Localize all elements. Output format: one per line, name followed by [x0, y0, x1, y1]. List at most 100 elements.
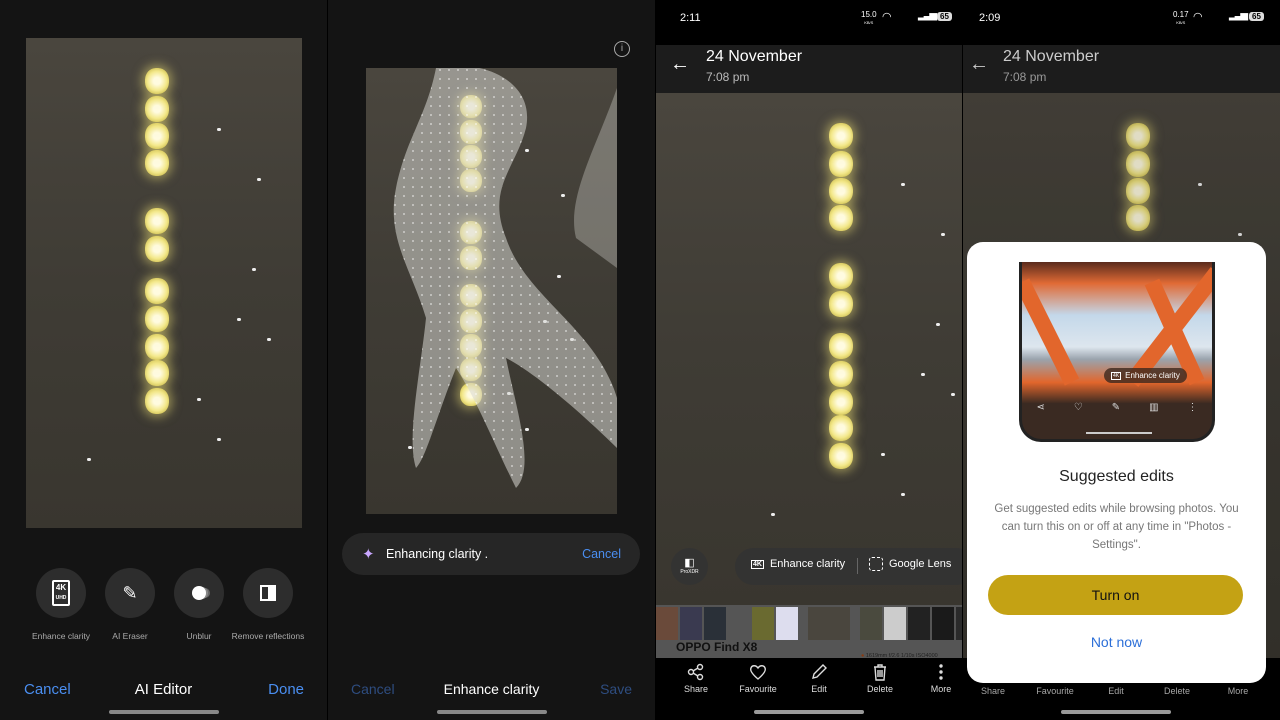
light-speck — [197, 398, 201, 401]
device-name: OPPO Find X8 — [676, 640, 758, 654]
edit-icon — [812, 664, 827, 679]
delete-icon — [874, 664, 886, 681]
wifi-icon: ◠ — [882, 11, 892, 23]
proxdr-button[interactable]: ◧ ProXDR — [671, 548, 708, 585]
ai-eraser-button[interactable]: ✎ — [105, 568, 155, 618]
suggested-edits-dialog: 4K Enhance clarity ⋖ ♡ ✎ ▥ ⋮ Suggested edits … — [967, 242, 1266, 683]
share-icon — [687, 663, 704, 681]
feature-preview-image: 4K Enhance clarity ⋖ ♡ ✎ ▥ ⋮ — [1019, 262, 1215, 442]
light-blob — [145, 388, 169, 414]
dialog-title: Suggested edits — [1059, 468, 1174, 485]
back-arrow-icon[interactable]: ← — [969, 53, 989, 76]
proxdr-icon: ◧ — [684, 557, 695, 569]
photo-viewer-screen: 2:11 15.0 KB/S ◠ ▂▃▅ 65 ← 24 November 7:0… — [656, 0, 962, 720]
home-indicator[interactable] — [109, 710, 219, 714]
light-speck — [217, 128, 221, 131]
delete-button[interactable]: Delete — [1147, 686, 1207, 696]
share-button[interactable]: Share — [963, 686, 1023, 696]
action-label: Delete — [1163, 686, 1190, 696]
back-arrow-icon[interactable]: ← — [670, 53, 690, 76]
light-blob — [145, 123, 169, 149]
more-button[interactable]: More — [1208, 686, 1268, 696]
clock: 2:09 — [979, 12, 1001, 24]
processing-overlay — [393, 68, 617, 488]
more-icon — [939, 664, 943, 680]
done-button[interactable]: Done — [268, 681, 304, 698]
suggestion-chips: 4K Enhance clarity Google Lens — [735, 548, 962, 585]
turn-on-button[interactable]: Turn on — [988, 575, 1243, 615]
light-blob — [145, 360, 169, 386]
light-speck — [267, 338, 271, 341]
enhance-clarity-chip[interactable]: 4K Enhance clarity — [751, 558, 845, 570]
light-blob — [145, 236, 169, 262]
light-blob — [829, 205, 853, 231]
photo-header: ← 24 November 7:08 pm — [656, 45, 962, 93]
light-speck — [217, 438, 221, 441]
delete-button[interactable]: Delete — [850, 662, 910, 694]
signal-icon: ▂▃▅ — [918, 10, 937, 21]
photo-date: 24 November — [706, 48, 803, 65]
favourite-button[interactable]: Favourite — [728, 662, 788, 694]
network-speed: 0.17 KB/S — [1173, 10, 1189, 26]
network-speed: 15.0 KB/S — [861, 10, 877, 26]
ai-editor-screen: 4K UHD ✎ Enhance clarity AI Eraser Unblur… — [0, 0, 327, 720]
tool-label: Unblur — [186, 631, 212, 641]
action-label: Favourite — [1036, 686, 1074, 696]
light-blob — [145, 68, 169, 94]
light-speck — [87, 458, 91, 461]
wifi-icon: ◠ — [1193, 11, 1203, 23]
light-blob — [829, 178, 853, 204]
action-label: Share — [683, 684, 709, 694]
clock: 2:11 — [680, 12, 701, 24]
edit-button[interactable]: Edit — [1086, 686, 1146, 696]
battery-icon: 65 — [1249, 12, 1264, 21]
photo-preview — [366, 68, 617, 514]
photo-time: 7:08 pm — [706, 70, 750, 84]
enhance-clarity-button[interactable]: 4K UHD — [36, 568, 86, 618]
info-icon[interactable]: i — [614, 41, 630, 57]
remove-reflections-icon — [260, 585, 276, 601]
photo-viewer-suggested-screen: 2:09 0.17 KB/S ◠ ▂▃▅ 65 ← 24 November 7:0… — [963, 0, 1280, 720]
google-lens-chip[interactable]: Google Lens — [869, 557, 951, 571]
edit-button[interactable]: Edit — [789, 662, 849, 694]
4k-uhd-icon: 4K UHD — [51, 580, 71, 606]
photo-time: 7:08 pm — [1003, 70, 1047, 84]
favourite-button[interactable]: Favourite — [1025, 686, 1085, 696]
cancel-enhance-button[interactable]: Cancel — [582, 547, 621, 561]
action-label: Favourite — [739, 684, 777, 694]
action-label: Edit — [1108, 686, 1124, 696]
preview-enhance-chip: 4K Enhance clarity — [1104, 368, 1187, 383]
light-speck — [921, 373, 925, 376]
home-indicator[interactable] — [437, 710, 547, 714]
light-blob — [829, 263, 853, 289]
light-blob — [145, 96, 169, 122]
battery-icon: 65 — [937, 12, 952, 21]
light-blob — [145, 306, 169, 332]
light-blob — [829, 333, 853, 359]
home-indicator[interactable] — [1061, 710, 1171, 714]
signal-icon: ▂▃▅ — [1229, 10, 1248, 21]
save-button[interactable]: Save — [600, 681, 632, 697]
heart-icon — [749, 665, 767, 680]
dialog-body: Get suggested edits while browsing photo… — [994, 503, 1239, 551]
light-blob — [829, 361, 853, 387]
light-speck — [771, 513, 775, 516]
light-speck — [901, 493, 905, 496]
photo-preview — [26, 38, 302, 528]
sparkle-icon: ✦ — [362, 546, 375, 563]
more-button[interactable]: More — [911, 662, 962, 694]
photo-date: 24 November — [1003, 48, 1100, 65]
share-button[interactable]: Share — [666, 662, 726, 694]
light-blob — [829, 389, 853, 415]
action-label: Share — [980, 686, 1006, 696]
ai-eraser-icon: ✎ — [122, 582, 138, 603]
tool-label: AI Eraser — [112, 631, 148, 641]
home-indicator[interactable] — [754, 710, 864, 714]
not-now-button[interactable]: Not now — [967, 634, 1266, 650]
unblur-button[interactable] — [174, 568, 224, 618]
light-blob — [145, 150, 169, 176]
enhance-clarity-screen: i ✦ Enhancing clarity . Cancel Cancel En… — [328, 0, 655, 720]
remove-reflections-button[interactable] — [243, 568, 293, 618]
action-label: More — [1227, 686, 1249, 696]
light-blob — [829, 291, 853, 317]
